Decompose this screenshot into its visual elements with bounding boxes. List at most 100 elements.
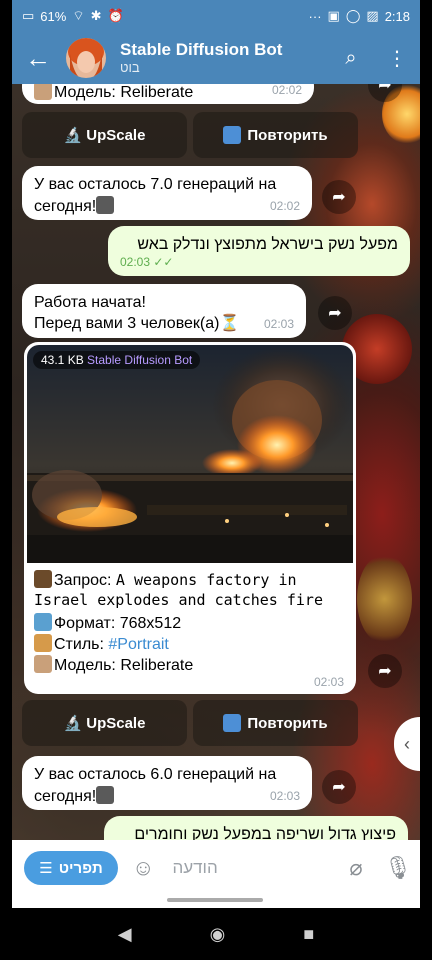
recents-square-icon[interactable]: ■ xyxy=(303,924,314,945)
scroll-down-button[interactable]: ‹ xyxy=(394,717,420,771)
bot-menu-button[interactable]: ☰ תפריט xyxy=(24,851,118,885)
share-button[interactable]: ➦ xyxy=(318,296,352,330)
message-line-1: Работа начата! xyxy=(34,294,146,311)
message-time: 02:03 ✓✓ xyxy=(120,255,174,270)
message-time: 02:02 xyxy=(269,199,300,214)
chat-area: Модель: Reliberate 02:02 ➦ 🔬 UpScale Повт… xyxy=(12,84,420,840)
wifi-icon: ⌔ xyxy=(72,8,85,23)
message-time: 02:03 xyxy=(269,789,300,804)
message-input[interactable]: הודעה xyxy=(172,858,336,878)
hamburger-icon: ☰ xyxy=(39,860,53,877)
home-circle-icon[interactable]: ◉ xyxy=(210,924,226,945)
photo-message[interactable]: 43.1 KB Stable Diffusion Bot Запрос: A w… xyxy=(24,342,356,694)
arrow-left-icon: ← xyxy=(25,42,51,73)
message-text: У вас осталось 6.0 генераций на сегодня! xyxy=(34,766,277,805)
share-icon: ➦ xyxy=(378,663,392,680)
whatsapp-icon: ◯ xyxy=(345,8,361,23)
repeat-icon xyxy=(223,126,242,144)
cast-icon: ▣ xyxy=(327,8,340,23)
message-text: У вас осталось 7.0 генераций на сегодня! xyxy=(34,176,277,215)
emoji-icon: ☺ xyxy=(132,855,155,880)
background-armor-gold xyxy=(357,554,412,644)
chevron-left-icon: ‹ xyxy=(404,733,410,754)
share-icon: ➦ xyxy=(328,305,342,322)
status-bar: ▭ 61% ⌔ ✱ ⏰ ··· ▣ ◯ ▨ 2:18 xyxy=(12,0,420,32)
message-bubble-outgoing[interactable]: מפעל נשק בישראל מתפוצץ ונדלק באש 02:03 ✓… xyxy=(108,226,410,276)
image-size-badge: 43.1 KB Stable Diffusion Bot xyxy=(33,351,201,369)
query-label: Запрос: xyxy=(54,572,112,589)
bot-menu-label: תפריט xyxy=(58,859,103,877)
home-indicator[interactable] xyxy=(167,898,263,902)
system-navigation-bar: ◀ ◉ ■ xyxy=(0,908,432,960)
share-button[interactable]: ➦ xyxy=(322,180,356,214)
more-icon: ··· xyxy=(308,8,322,24)
microphone-icon: 🎙 xyxy=(384,855,412,880)
inline-keyboard: 🔬 UpScale Повторить xyxy=(22,700,358,746)
battery-percent: 61% xyxy=(40,8,67,24)
search-icon: ⌕ xyxy=(345,46,357,69)
search-button[interactable]: ⌕ xyxy=(328,32,374,84)
style-hashtag-link[interactable]: #Portrait xyxy=(108,636,168,653)
read-check-icon: ✓✓ xyxy=(153,255,174,270)
model-value: Reliberate xyxy=(120,657,194,674)
message-bubble-incoming[interactable]: У вас осталось 7.0 генераций на сегодня!… xyxy=(22,166,312,220)
home-indicator-area xyxy=(12,896,420,908)
share-icon: ➦ xyxy=(332,189,346,206)
chat-title: Stable Diffusion Bot xyxy=(120,40,283,59)
message-input-bar: ☰ תפריט ☺ הודעה ⌀ 🎙 xyxy=(12,840,420,896)
repeat-button[interactable]: Повторить xyxy=(193,700,358,746)
palette-emoji-icon xyxy=(34,634,52,652)
share-button[interactable]: ➦ xyxy=(368,654,402,688)
back-triangle-icon[interactable]: ◀ xyxy=(118,924,132,945)
picture-emoji-icon xyxy=(34,613,52,631)
message-bubble-incoming[interactable]: У вас осталось 6.0 генераций на сегодня!… xyxy=(22,756,312,810)
message-time: 02:03 xyxy=(263,317,294,332)
model-label: Модель: xyxy=(54,657,116,674)
paperclip-icon: ⌀ xyxy=(349,855,363,880)
message-time: 02:03 xyxy=(313,675,344,689)
message-bubble-outgoing[interactable]: פיצוץ גדול ושריפה במפעל נשק וחומרים xyxy=(104,816,408,840)
voice-button[interactable]: 🎙 xyxy=(376,855,420,881)
sticker-button[interactable]: ☺ xyxy=(132,855,154,881)
status-time: 2:18 xyxy=(384,8,410,24)
avatar[interactable] xyxy=(66,38,106,78)
chat-header: ← Stable Diffusion Bot בוט ⌕ ⋮ xyxy=(12,32,420,84)
generated-image[interactable]: 43.1 KB Stable Diffusion Bot xyxy=(27,345,353,563)
attach-button[interactable]: ⌀ xyxy=(336,855,376,881)
repeat-button[interactable]: Повторить xyxy=(193,112,358,158)
share-icon: ➦ xyxy=(332,779,346,796)
message-text: Модель: Reliberate xyxy=(54,84,194,101)
image-icon: ▨ xyxy=(366,8,379,23)
museum-emoji-icon xyxy=(34,570,52,588)
tv-emoji-icon xyxy=(96,785,115,804)
repeat-icon xyxy=(223,714,242,732)
message-line-2: Перед вами 3 человек(а) xyxy=(34,314,220,332)
share-button[interactable]: ➦ xyxy=(322,770,356,804)
hourglass-icon: ⏳ xyxy=(219,314,240,332)
chat-subtitle: בוט xyxy=(120,60,140,76)
microscope-icon: 🔬 xyxy=(63,127,83,144)
alarm-icon: ⏰ xyxy=(107,8,124,23)
message-bubble-incoming[interactable]: Модель: Reliberate 02:02 xyxy=(22,84,314,104)
upscale-button[interactable]: 🔬 UpScale xyxy=(22,700,187,746)
back-button[interactable]: ← xyxy=(12,32,64,84)
box-emoji-icon xyxy=(34,84,52,100)
message-time: 02:02 xyxy=(271,84,302,98)
message-text: פיצוץ גדול ושריפה במפעל נשק וחומרים xyxy=(134,826,396,840)
tv-emoji-icon xyxy=(96,195,115,214)
photo-caption: Запрос: A weapons factory in Israel expl… xyxy=(34,570,346,676)
microscope-icon: 🔬 xyxy=(63,715,83,732)
format-value: 768x512 xyxy=(119,615,182,632)
share-icon: ➦ xyxy=(378,84,392,94)
box-emoji-icon xyxy=(34,655,52,673)
message-bubble-incoming[interactable]: Работа начата! Перед вами 3 человек(а)⏳ … xyxy=(22,284,306,338)
battery-icon: ▭ xyxy=(22,8,35,23)
message-text: מפעל נשק בישראל מתפוצץ ונדלק באש xyxy=(137,236,398,253)
upscale-button[interactable]: 🔬 UpScale xyxy=(22,112,187,158)
more-menu-button[interactable]: ⋮ xyxy=(374,32,420,84)
format-label: Формат: xyxy=(54,615,116,632)
inline-keyboard: 🔬 UpScale Повторить xyxy=(22,112,358,158)
style-label: Стиль: xyxy=(54,636,104,653)
bluetooth-icon: ✱ xyxy=(90,8,102,23)
chat-title-area[interactable]: Stable Diffusion Bot בוט xyxy=(120,40,328,76)
